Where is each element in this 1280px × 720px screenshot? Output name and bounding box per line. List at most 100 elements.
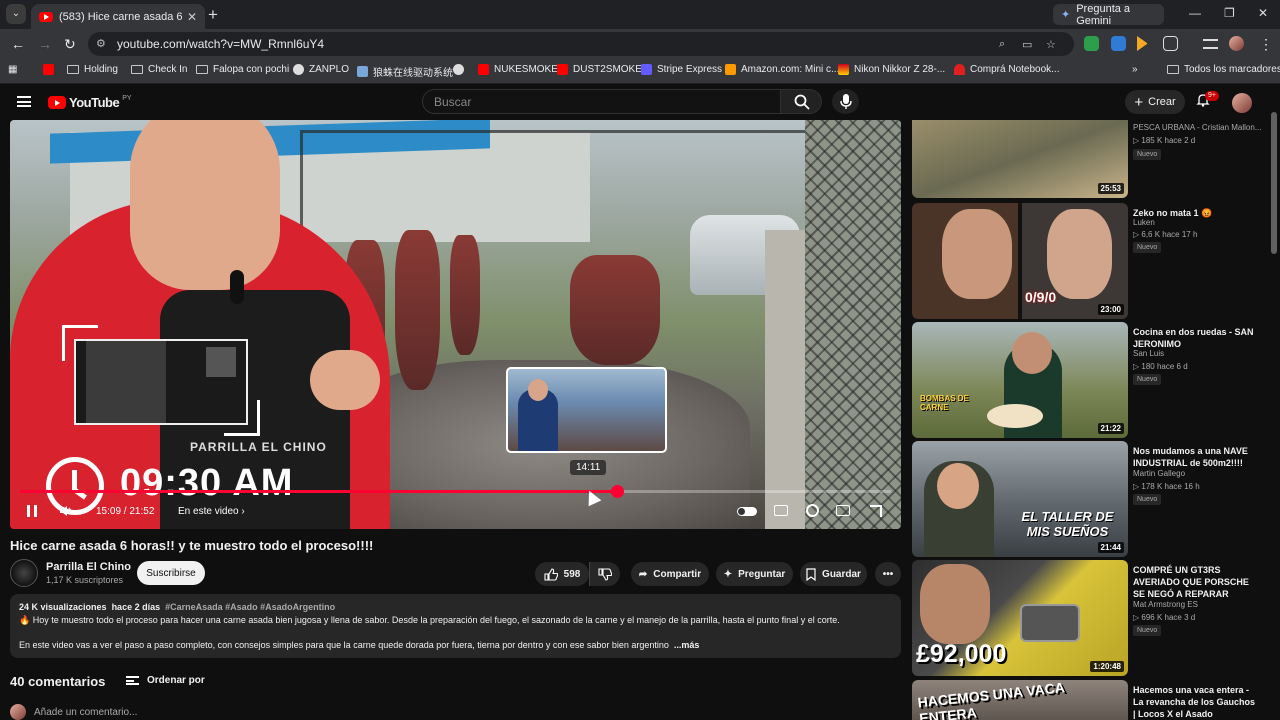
bookmark-nikon[interactable]: Nikon Nikkor Z 28-... [838, 64, 945, 75]
fullscreen-icon[interactable] [870, 505, 882, 517]
cast-icon[interactable]: ▭ [1022, 38, 1032, 51]
subtitles-icon[interactable] [774, 505, 788, 516]
video-stats: ▷ 696 K hace 3 d [1133, 613, 1196, 622]
miniplayer-icon[interactable] [836, 505, 850, 516]
video-thumbnail[interactable]: 0/9/0 23:00 [912, 203, 1128, 319]
minimize-button[interactable]: — [1189, 6, 1201, 20]
video-title[interactable]: Nos mudamos a una NAVE INDUSTRIAL de 500… [1133, 445, 1258, 469]
extension-green-icon[interactable] [1084, 36, 1099, 51]
pause-icon[interactable] [27, 505, 37, 517]
tab-search-button[interactable]: ⌄ [6, 4, 26, 24]
sort-comments-button[interactable]: Ordenar por [126, 675, 205, 686]
gemini-icon: ✦ [1061, 9, 1071, 21]
media-controls-icon[interactable] [1203, 39, 1218, 49]
video-thumbnail[interactable]: BOMBAS DE CARNE 21:22 [912, 322, 1128, 438]
progress-scrubber[interactable] [610, 485, 624, 498]
zoom-icon[interactable]: ⌕ [999, 38, 1005, 51]
bookmark-zanplo[interactable]: ZANPLO [293, 64, 349, 75]
menu-hamburger-icon[interactable] [17, 96, 31, 107]
bookmark-dust2smoke[interactable]: DUST2SMOKE [557, 64, 642, 75]
search-button[interactable] [781, 89, 822, 114]
video-thumbnail[interactable]: HACEMOS UNA VACA ENTERA [912, 680, 1128, 720]
recommended-video-3[interactable]: BOMBAS DE CARNE 21:22 Cocina en dos rued… [912, 322, 1272, 440]
bookmark-star-icon[interactable]: ☆ [1046, 38, 1056, 51]
video-title[interactable]: Hacemos una vaca entera - La revancha de… [1133, 684, 1258, 720]
video-thumbnail[interactable]: £92,000 1:20:48 [912, 560, 1128, 676]
show-more-link[interactable]: ...más [674, 640, 700, 650]
profile-avatar[interactable] [1229, 36, 1244, 51]
video-thumbnail[interactable]: EL TALLER DE MIS SUEÑOS 21:44 [912, 441, 1128, 557]
close-window-button[interactable]: ✕ [1258, 6, 1268, 20]
active-tab[interactable]: (583) Hice carne asada 6 ho ✕ [31, 4, 205, 29]
extension-blue-icon[interactable] [1111, 36, 1126, 51]
hashtags[interactable]: #CarneAsada #Asado #AsadoArgentino [165, 602, 335, 612]
bookmark-chinese-site[interactable]: 狼蛛在线驱动系统 [357, 64, 453, 79]
bookmark-holding[interactable]: Holding [67, 64, 118, 75]
description-meta: 24 K visualizaciones hace 2 días #CarneA… [19, 602, 335, 612]
account-avatar[interactable] [1232, 93, 1252, 113]
like-button[interactable]: 598 [535, 562, 589, 586]
bookmark-amazon[interactable]: Amazon.com: Mini c... [725, 64, 839, 75]
description-box[interactable]: 24 K visualizaciones hace 2 días #CarneA… [10, 594, 901, 658]
browser-menu-icon[interactable]: ⋮ [1259, 36, 1273, 53]
voice-search-button[interactable] [832, 89, 859, 114]
video-channel[interactable]: PESCA URBANA - Cristian Mallon... [1133, 123, 1261, 132]
forward-button[interactable]: → [38, 36, 52, 52]
back-button[interactable]: ← [11, 36, 25, 52]
maximize-button[interactable]: ❐ [1224, 6, 1235, 20]
more-bookmarks-chevron-icon[interactable]: » [1132, 64, 1138, 75]
logo-word: YouTube [69, 95, 120, 110]
autoplay-toggle[interactable] [737, 507, 757, 516]
chapter-label: En este video [178, 506, 239, 517]
new-tab-button[interactable]: + [208, 5, 218, 25]
bookmark-youtube[interactable] [43, 64, 54, 75]
video-channel[interactable]: Mat Armstrong ES [1133, 600, 1198, 609]
reload-button[interactable]: ↻ [64, 36, 76, 53]
video-channel[interactable]: San Luis [1133, 349, 1164, 358]
thumbs-down-icon [598, 567, 612, 581]
sidebar-scrollbar[interactable] [1271, 112, 1277, 254]
extension-play-icon[interactable] [1137, 36, 1147, 51]
gemini-button[interactable]: ✦ Pregunta a Gemini [1053, 3, 1164, 27]
video-channel[interactable]: Luken [1133, 218, 1155, 227]
share-button[interactable]: ➦ Compartir [631, 562, 709, 586]
add-comment-input[interactable]: Añade un comentario... [34, 707, 137, 718]
address-bar[interactable]: ⚙ youtube.com/watch?v=MW_Rmnl6uY4 ⌕ ▭ ☆ [88, 32, 1074, 56]
video-thumbnail[interactable]: 25:53 [912, 120, 1128, 198]
more-actions-button[interactable]: ••• [875, 562, 901, 586]
channel-avatar[interactable] [10, 559, 38, 587]
tab-close-icon[interactable]: ✕ [187, 10, 197, 24]
site-info-icon[interactable]: ⚙ [96, 37, 106, 50]
bookmark-falopa[interactable]: Falopa con pochi [196, 64, 289, 75]
apps-grid-icon[interactable]: ▦ [8, 64, 17, 75]
channel-name[interactable]: Parrilla El Chino [46, 561, 131, 573]
comments-count: 40 comentarios [10, 674, 106, 689]
recommended-video-1[interactable]: 25:53 PESCA URBANA - Cristian Mallon... … [912, 120, 1272, 200]
video-title[interactable]: COMPRÉ UN GT3RS AVERIADO QUE PORSCHE SE … [1133, 564, 1258, 600]
bookmark-check-in[interactable]: Check In [131, 64, 187, 75]
recommended-video-2[interactable]: 0/9/0 23:00 Zeko no mata 1 😡 Luken ▷ 6,6… [912, 203, 1272, 321]
bookmark-stripe[interactable]: Stripe Express [641, 64, 722, 75]
video-title[interactable]: Cocina en dos ruedas - SAN JERONIMO [1133, 326, 1258, 350]
microphone-icon [840, 94, 852, 109]
search-input[interactable]: Buscar [422, 89, 781, 114]
youtube-logo[interactable]: YouTube PY [48, 95, 132, 110]
video-player[interactable]: PARRILLA EL CHINO 09:30 AM 14:11 15:09 /… [10, 120, 901, 529]
bookmark-nukesmoke[interactable]: NUKESMOKE [478, 64, 558, 75]
volume-icon[interactable] [60, 505, 74, 517]
all-bookmarks[interactable]: Todos los marcadores [1167, 64, 1280, 75]
save-button[interactable]: Guardar [800, 562, 867, 586]
bookmark-notebook[interactable]: Comprá Notebook... [954, 64, 1060, 75]
recommended-video-5[interactable]: £92,000 1:20:48 COMPRÉ UN GT3RS AVERIADO… [912, 560, 1272, 678]
bookmark-globe[interactable] [453, 64, 464, 75]
recommended-video-4[interactable]: EL TALLER DE MIS SUEÑOS 21:44 Nos mudamo… [912, 441, 1272, 559]
video-channel[interactable]: Martin Gallego [1133, 469, 1185, 478]
ask-button[interactable]: ✦ Preguntar [716, 562, 793, 586]
settings-gear-icon[interactable] [806, 504, 819, 517]
chapter-button[interactable]: En este video › [178, 506, 245, 517]
subscribe-button[interactable]: Suscribirse [137, 561, 205, 585]
extensions-puzzle-icon[interactable] [1163, 36, 1178, 51]
dislike-button[interactable] [589, 562, 620, 586]
create-button[interactable]: + Crear [1125, 90, 1185, 114]
recommended-video-6[interactable]: HACEMOS UNA VACA ENTERA Hacemos una vaca… [912, 680, 1272, 720]
